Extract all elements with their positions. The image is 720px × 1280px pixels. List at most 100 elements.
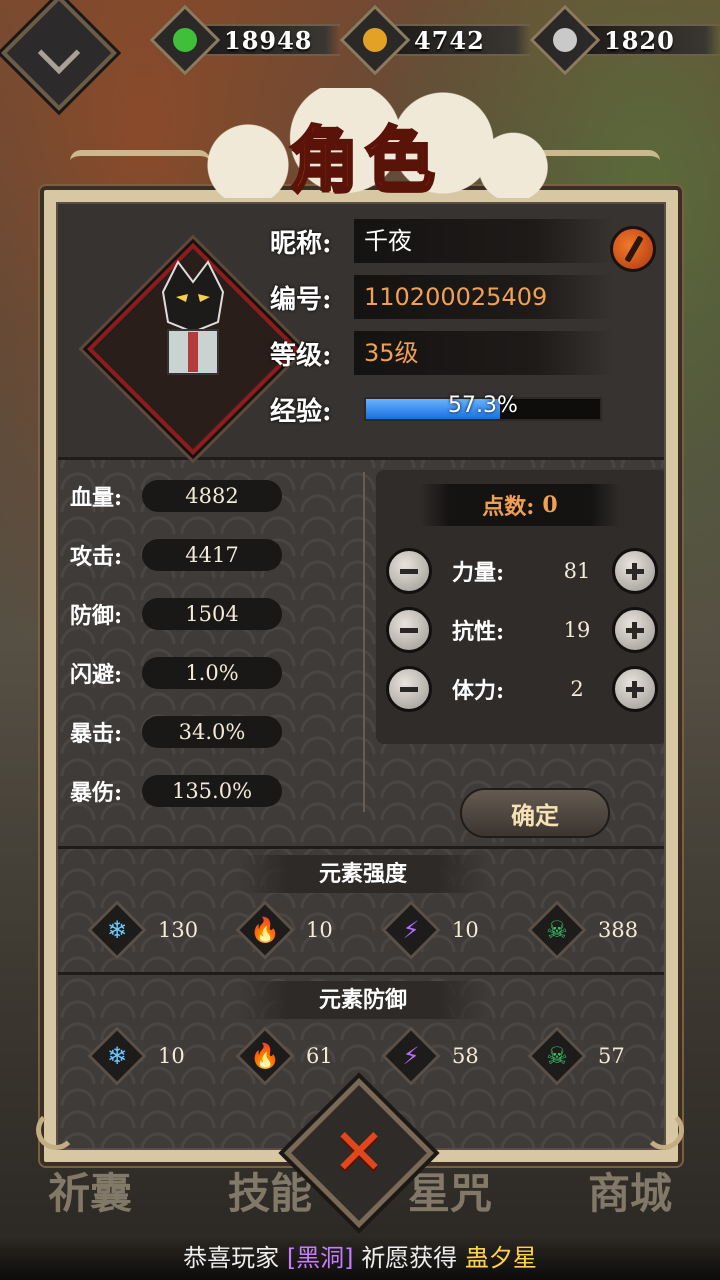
elem-value: 10	[306, 918, 333, 942]
character-panel: 昵称: 千夜 编号: 110200025409 等级: 35级 经验: 57.3…	[40, 186, 682, 1166]
exp-progress-bar: 57.3%	[364, 393, 602, 421]
strength-value: 81	[563, 559, 591, 583]
strength-decrease-button[interactable]	[386, 548, 432, 594]
stat-value: 34.0%	[142, 716, 282, 748]
elem-defense-fire: 🔥 61	[235, 1026, 333, 1086]
elem-defense-ice: ❄ 10	[87, 1026, 185, 1086]
id-label: 编号:	[270, 284, 332, 315]
elem-value: 130	[158, 918, 199, 942]
stat-hp: 血量: 4882	[70, 478, 282, 514]
elem-strength-fire: 🔥 10	[235, 900, 333, 960]
stat-label: 暴伤:	[70, 780, 123, 806]
stat-crit: 暴击: 34.0%	[70, 714, 282, 750]
nav-item-shop[interactable]: 商城	[588, 1160, 672, 1221]
corner-ornament-left	[36, 1110, 76, 1150]
ticker-item-name: 蛊夕星	[464, 1244, 537, 1272]
level-value: 35级	[354, 331, 614, 375]
stats-scrollbar[interactable]	[363, 472, 365, 812]
id-value: 110200025409	[354, 275, 614, 319]
jade-value: 18948	[224, 25, 313, 55]
id-row: 编号: 110200025409	[270, 274, 614, 320]
stats-list: 血量: 4882 攻击: 4417 防御: 1504 闪避: 1.0% 暴击: …	[58, 462, 363, 842]
snowflake-icon: ❄	[87, 900, 147, 960]
resistance-decrease-button[interactable]	[386, 607, 432, 653]
elem-defense-poison: ☠ 57	[527, 1026, 625, 1086]
nickname-label: 昵称:	[270, 228, 332, 259]
skull-icon: ☠	[527, 900, 587, 960]
points-value: 0	[542, 492, 558, 518]
stat-value: 4417	[142, 539, 282, 571]
flame-icon: 🔥	[235, 1026, 295, 1086]
exp-row: 经验: 57.3%	[270, 386, 602, 432]
attribute-points-box: 点数: 0 力量: 81 抗性: 19 体力: 2	[376, 470, 664, 744]
stamina-row: 体力: 2	[386, 664, 660, 714]
elem-value: 10	[158, 1044, 185, 1068]
resource-jade: 18948	[149, 4, 340, 76]
corner-ornament-right	[644, 1110, 684, 1150]
stat-value: 1504	[142, 598, 282, 630]
element-defense-title: 元素防御	[238, 981, 488, 1019]
elem-strength-thunder: ⚡ 10	[381, 900, 479, 960]
confirm-button[interactable]: 确定	[460, 788, 610, 838]
nav-item-pouch[interactable]: 祈囊	[48, 1160, 132, 1221]
edit-name-button[interactable]	[610, 226, 656, 272]
strength-increase-button[interactable]	[612, 548, 658, 594]
stamina-value: 2	[570, 677, 584, 701]
avatar	[161, 260, 225, 375]
stat-value: 4882	[142, 480, 282, 512]
points-label: 点数:	[482, 494, 535, 520]
elem-value: 388	[598, 918, 639, 942]
strength-label: 力量:	[452, 560, 505, 586]
stat-crit-damage: 暴伤: 135.0%	[70, 773, 282, 809]
stat-label: 血量:	[70, 485, 123, 511]
stat-label: 防御:	[70, 603, 123, 629]
elem-strength-ice: ❄ 130	[87, 900, 199, 960]
close-icon: ✕	[332, 1116, 386, 1190]
exp-label: 经验:	[270, 396, 332, 427]
resource-gold: 4742	[339, 4, 530, 76]
stamina-increase-button[interactable]	[612, 666, 658, 712]
stat-label: 暴击:	[70, 721, 123, 747]
stat-label: 闪避:	[70, 662, 123, 688]
panel-inner: 昵称: 千夜 编号: 110200025409 等级: 35级 经验: 57.3…	[56, 202, 666, 1150]
resistance-value: 19	[563, 618, 591, 642]
elem-value: 61	[306, 1044, 333, 1068]
gold-coin-icon	[339, 4, 411, 76]
resource-silver: 1820	[529, 4, 720, 76]
skull-icon: ☠	[527, 1026, 587, 1086]
exp-percent: 57.3%	[448, 393, 518, 418]
stat-defense: 防御: 1504	[70, 596, 282, 632]
level-label: 等级:	[270, 340, 332, 371]
silver-coin-icon	[529, 4, 601, 76]
lightning-icon: ⚡	[381, 1026, 441, 1086]
stat-value: 1.0%	[142, 657, 282, 689]
nickname-row: 昵称: 千夜	[270, 218, 614, 264]
snowflake-icon: ❄	[87, 1026, 147, 1086]
element-strength-section: 元素强度 ❄ 130 🔥 10 ⚡ 10 ☠ 388	[58, 846, 664, 970]
flame-icon: 🔥	[235, 900, 295, 960]
level-row: 等级: 35级	[270, 330, 614, 376]
page-title: 角色	[288, 117, 441, 203]
elem-defense-thunder: ⚡ 58	[381, 1026, 479, 1086]
elem-strength-poison: ☠ 388	[527, 900, 639, 960]
elem-value: 57	[598, 1044, 625, 1068]
element-strength-title: 元素强度	[238, 855, 488, 893]
stamina-decrease-button[interactable]	[386, 666, 432, 712]
elem-value: 58	[452, 1044, 479, 1068]
points-header: 点数: 0	[420, 484, 620, 526]
nav-item-stars[interactable]: 星咒	[408, 1160, 492, 1221]
gold-value: 4742	[414, 25, 485, 55]
strength-row: 力量: 81	[386, 546, 660, 596]
stamina-label: 体力:	[452, 678, 505, 704]
stat-dodge: 闪避: 1.0%	[70, 655, 282, 691]
stat-value: 135.0%	[142, 775, 282, 807]
resistance-increase-button[interactable]	[612, 607, 658, 653]
elem-value: 10	[452, 918, 479, 942]
resistance-row: 抗性: 19	[386, 605, 660, 655]
nickname-value: 千夜	[354, 219, 614, 263]
silver-value: 1820	[604, 25, 675, 55]
profile-section: 昵称: 千夜 编号: 110200025409 等级: 35级 经验: 57.3…	[58, 204, 664, 460]
ticker-player-name: [黑洞]	[286, 1244, 354, 1272]
ticker-middle: 祈愿获得	[361, 1244, 458, 1272]
announcement-ticker: 恭喜玩家 [黑洞] 祈愿获得 蛊夕星	[0, 1236, 720, 1280]
